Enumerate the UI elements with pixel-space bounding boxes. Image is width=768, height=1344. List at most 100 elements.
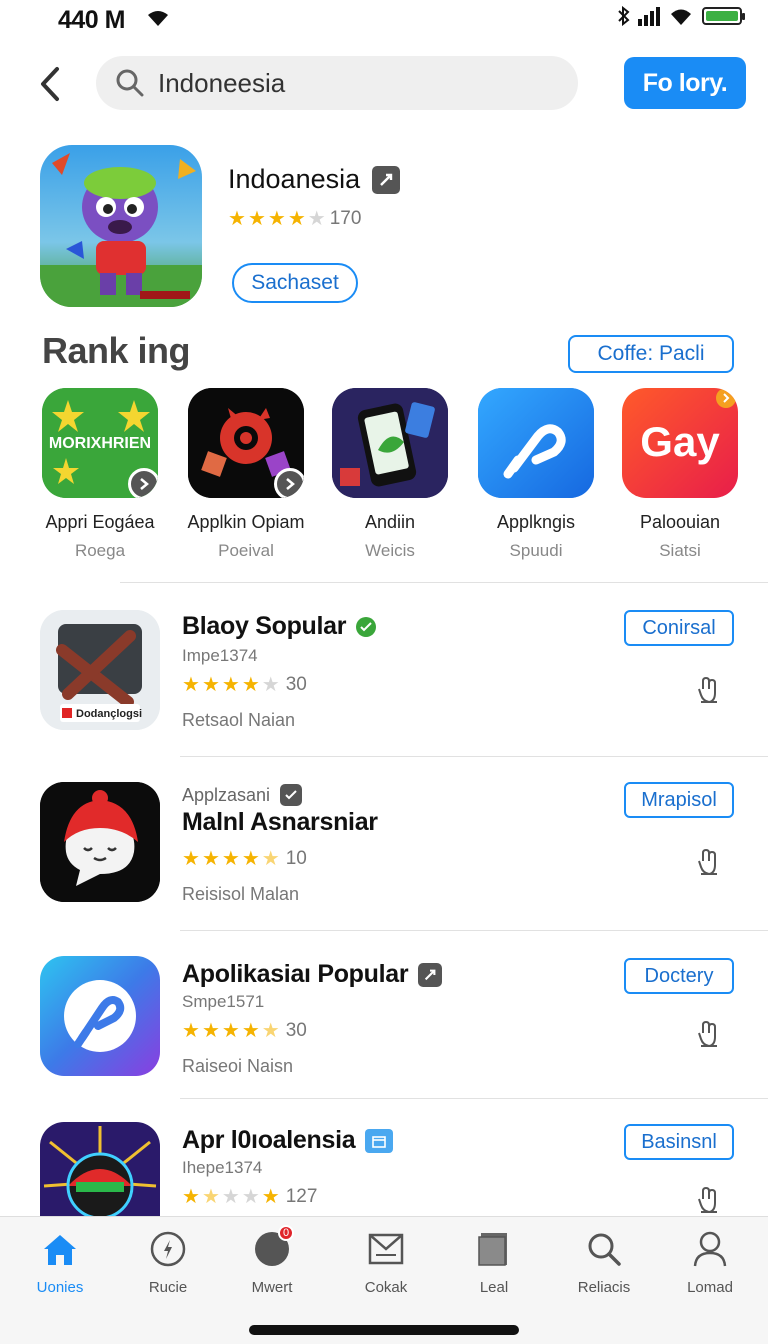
- verified-check-icon: [356, 616, 377, 637]
- tab-label: Reliacis: [577, 1279, 631, 1296]
- tab-library[interactable]: Leal: [444, 1227, 544, 1296]
- featured-app-icon[interactable]: [40, 145, 202, 307]
- rating-count: 127: [285, 1186, 318, 1207]
- star-icon: ★: [221, 848, 240, 870]
- tab-search[interactable]: Reliacis: [554, 1227, 654, 1296]
- star-icon: ★: [182, 674, 200, 696]
- featured-app-title[interactable]: Indoanesia: [228, 164, 401, 195]
- app-icon: [332, 388, 448, 498]
- status-time: 440 M: [58, 6, 125, 34]
- star-icon: ★: [221, 1186, 240, 1208]
- verified-icon: [280, 784, 303, 806]
- chevron-right-icon[interactable]: [274, 468, 304, 498]
- star-icon: ★: [261, 1186, 280, 1208]
- app-title: Apr l0ıoalensia: [182, 1126, 394, 1155]
- star-icon: ★: [307, 208, 326, 230]
- divider: [180, 1098, 768, 1099]
- download-icon[interactable]: [694, 1184, 724, 1216]
- star-icon: ★: [201, 674, 220, 696]
- tab-label: Lomad: [687, 1279, 733, 1296]
- app-icon: [40, 956, 160, 1076]
- battery-icon: [702, 7, 745, 25]
- app-icon-text: Gay: [640, 418, 720, 465]
- download-icon[interactable]: [694, 674, 724, 706]
- app-action-button[interactable]: Doctery: [624, 958, 734, 994]
- follow-button[interactable]: Fo lory.: [624, 57, 746, 109]
- app-icon: Dodançlogsi: [40, 610, 160, 730]
- featured-title-text: Indoanesia: [228, 164, 361, 194]
- tab-profile[interactable]: Lomad: [660, 1227, 760, 1296]
- chevron-right-icon[interactable]: [128, 468, 158, 498]
- ranking-item[interactable]: Andiin Weicis: [320, 388, 460, 561]
- star-rating: ★ ★ ★ ★ ★: [182, 1021, 280, 1041]
- home-indicator[interactable]: [249, 1325, 519, 1335]
- featured-rating: ★ ★ ★ ★ ★ 170: [228, 208, 361, 230]
- app-icon-caption: Dodançlogsi: [76, 708, 142, 720]
- notification-badge: 0: [278, 1225, 294, 1241]
- back-button[interactable]: [34, 62, 66, 106]
- app-publisher-text: Applzasani: [182, 784, 271, 805]
- star-rating: ★ ★ ★ ★ ★: [182, 675, 280, 695]
- rating-count: 30: [285, 1020, 307, 1041]
- tab-label: Leal: [479, 1279, 509, 1296]
- divider: [180, 930, 768, 931]
- ranking-filter-button[interactable]: Coffe: Pacli: [568, 335, 734, 373]
- app-category: Roega: [74, 541, 126, 560]
- app-category: Spuudi: [509, 541, 563, 560]
- search-icon: [588, 1233, 621, 1266]
- app-name: Paloouian: [639, 512, 721, 532]
- ranking-item[interactable]: MORIXHRIEN Appri Eogáea Roega: [30, 388, 170, 561]
- ranking-item[interactable]: Applkin Opiam Poeival: [176, 388, 316, 561]
- star-half-icon: ★: [261, 1020, 280, 1042]
- app-action-button[interactable]: Mrapisol: [624, 782, 734, 818]
- download-icon[interactable]: [694, 1018, 724, 1050]
- star-icon: ★: [241, 674, 260, 696]
- tab-discover[interactable]: Rucie: [118, 1227, 218, 1296]
- tab-label: Rucie: [148, 1279, 188, 1296]
- star-icon: ★: [221, 1020, 240, 1042]
- download-icon[interactable]: [694, 846, 724, 878]
- ranking-item[interactable]: Gay Paloouian Siatsi: [610, 388, 750, 561]
- calendar-icon: [365, 1128, 394, 1153]
- star-rating: ★ ★ ★ ★ ★: [182, 849, 280, 869]
- bluetooth-icon: [618, 6, 630, 26]
- app-version: Impe1374: [182, 646, 258, 665]
- app-icon-text: MORIXHRIEN: [49, 435, 151, 452]
- star-icon: ★: [241, 1020, 260, 1042]
- star-half-icon: ★: [261, 848, 280, 870]
- app-rating: ★ ★ ★ ★ ★ 30: [182, 674, 307, 696]
- tab-updates[interactable]: 0 Mwert: [222, 1225, 322, 1296]
- app-title-text: Blaoy Sopular: [182, 612, 347, 640]
- book-icon: [478, 1233, 507, 1266]
- tab-mail[interactable]: Cokak: [336, 1227, 436, 1296]
- app-developer: Retsaol Naian: [182, 710, 296, 730]
- ranking-item[interactable]: Applkngis Spuudi: [466, 388, 606, 561]
- mail-icon: [368, 1233, 404, 1265]
- app-icon: Gay: [622, 388, 738, 498]
- star-icon: ★: [261, 674, 280, 696]
- search-icon: [116, 69, 144, 97]
- star-icon: ★: [241, 1186, 260, 1208]
- app-icon: MORIXHRIEN: [42, 388, 158, 498]
- star-icon: ★: [247, 208, 266, 230]
- chevron-left-icon: [41, 67, 59, 101]
- app-rating: ★ ★ ★ ★ ★ 10: [182, 848, 307, 870]
- star-rating: ★ ★ ★ ★ ★: [182, 1187, 280, 1207]
- search-bar[interactable]: [96, 56, 578, 110]
- app-developer: Raiseoi Naisn: [182, 1056, 294, 1076]
- tab-label: Uonies: [36, 1279, 84, 1296]
- app-title-text: Apr l0ıoalensia: [182, 1126, 356, 1154]
- tab-label: Cokak: [364, 1279, 408, 1296]
- star-icon: ★: [287, 208, 306, 230]
- tab-home[interactable]: Uonies: [10, 1227, 110, 1296]
- featured-action-button[interactable]: Sachaset: [232, 263, 358, 303]
- rating-count: 30: [285, 674, 307, 695]
- app-category: Siatsi: [659, 541, 701, 560]
- search-input[interactable]: [158, 67, 538, 99]
- compass-icon: [150, 1231, 186, 1267]
- section-title: Rank ing: [42, 330, 191, 371]
- star-icon: ★: [221, 674, 240, 696]
- app-rating: ★ ★ ★ ★ ★ 127: [182, 1186, 317, 1208]
- app-action-button[interactable]: Basinsnl: [624, 1124, 734, 1160]
- app-action-button[interactable]: Conirsal: [624, 610, 734, 646]
